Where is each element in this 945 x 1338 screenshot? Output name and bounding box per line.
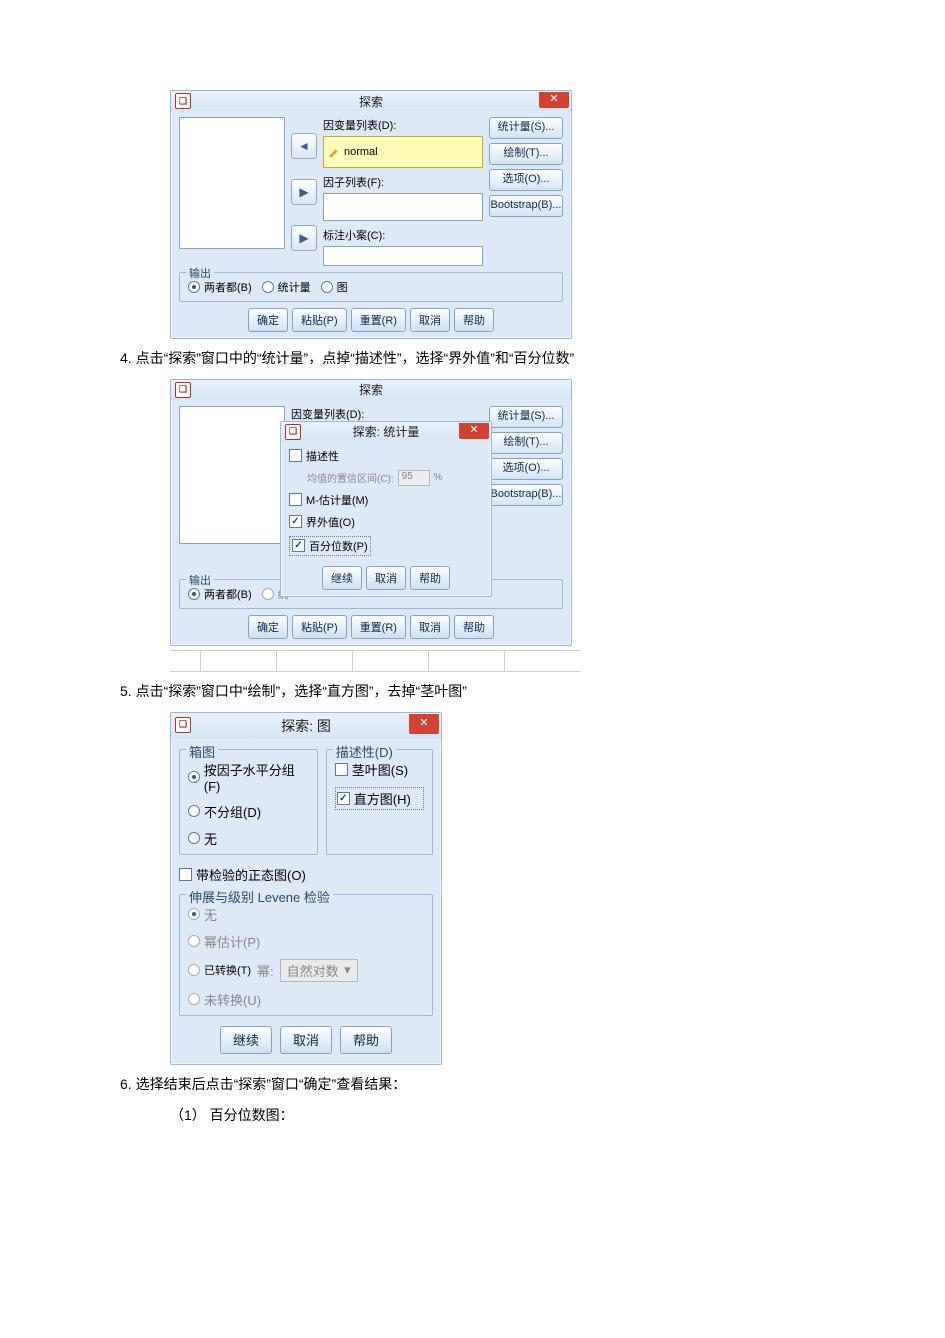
dialog-titlebar: ❑ 探索 ✕ — [171, 91, 571, 111]
app-icon: ❑ — [285, 424, 301, 440]
reset-button[interactable]: 重置(R) — [351, 308, 406, 332]
subdialog-titlebar: ❑ 探索: 统计量 ✕ — [281, 422, 491, 442]
check-descriptive[interactable]: 描述性 — [289, 448, 483, 464]
bootstrap-button[interactable]: Bootstrap(B)... — [489, 195, 563, 217]
move-factor-button[interactable]: ▶ — [291, 179, 317, 205]
dialog-titlebar: ❑ 探索 — [171, 380, 571, 400]
boxplot-group-title: 箱图 — [186, 742, 218, 761]
output-group-title: 输出 — [186, 572, 214, 588]
radio-both[interactable]: 两者都(B) — [188, 279, 252, 295]
depvar-label: 因变量列表(D): — [291, 406, 483, 422]
app-icon: ❑ — [175, 717, 191, 733]
subdialog-title: 探索: 统计量 — [353, 423, 420, 440]
ci-pct: % — [434, 472, 443, 483]
continue-button[interactable]: 继续 — [322, 566, 362, 590]
power-select: 自然对数 — [287, 961, 339, 980]
close-icon[interactable]: ✕ — [409, 714, 439, 734]
radio-together[interactable]: 不分组(D) — [188, 802, 309, 821]
chevron-down-icon: ▾ — [344, 962, 351, 978]
explore-stats-subdialog: ❑ 探索: 统计量 ✕ 描述性 均值的置信区间(C): 95 % M-估计量(M… — [280, 421, 492, 597]
close-icon[interactable]: ✕ — [539, 92, 569, 108]
radio-lv-trans: 已转换(T) — [188, 962, 251, 978]
caselabel-input[interactable] — [323, 246, 483, 266]
caselabel-label: 标注小案(C): — [323, 227, 483, 243]
check-histogram[interactable]: ✓直方图(H) — [335, 787, 424, 810]
output-group-title: 输出 — [186, 265, 214, 281]
power-label: 幂: — [257, 961, 274, 980]
help-button[interactable]: 帮助 — [454, 308, 494, 332]
radio-stat[interactable]: 统计量 — [262, 279, 311, 295]
app-icon: ❑ — [175, 382, 191, 398]
ci-label: 均值的置信区间(C): — [307, 470, 394, 485]
check-outlier[interactable]: ✓界外值(O) — [289, 514, 483, 530]
cancel-button[interactable]: 取消 — [280, 1026, 332, 1054]
explore-plots-dialog: ❑ 探索: 图 ✕ 箱图 按因子水平分组(F) 不分组(D) 无 描述性(D) … — [170, 712, 442, 1065]
help-button[interactable]: 帮助 — [410, 566, 450, 590]
step-5-text: 5. 点击“探索”窗口中“绘制”，选择“直方图”，去掉“茎叶图” — [120, 680, 845, 704]
step-4-text: 4. 点击“探索”窗口中的“统计量”，点掉“描述性”，选择“界外值”和“百分位数… — [120, 347, 845, 371]
step-6-sub: （1） 百分位数图： — [170, 1104, 845, 1128]
radio-lv-power: 幂估计(P) — [188, 932, 424, 951]
radio-lv-none: 无 — [188, 905, 424, 924]
check-mestimator[interactable]: M-估计量(M) — [289, 492, 483, 508]
help-button[interactable]: 帮助 — [454, 615, 494, 639]
depvar-item: normal — [344, 146, 378, 158]
move-depvar-button[interactable]: ◄ — [291, 133, 317, 159]
descriptive-group-title: 描述性(D) — [333, 742, 396, 761]
radio-both[interactable]: 两者都(B) — [188, 586, 252, 602]
radio-none[interactable]: 无 — [188, 829, 309, 848]
options-button[interactable]: 选项(O)... — [489, 169, 563, 191]
paste-button[interactable]: 粘贴(P) — [292, 308, 347, 332]
explore-dialog-1: ❑ 探索 ✕ ◄ ▶ ▶ 因变量列表(D): normal 因子列表(F): 标… — [170, 90, 572, 339]
plots-button[interactable]: 绘制(T)... — [489, 432, 563, 454]
source-list[interactable] — [179, 406, 285, 544]
ok-button[interactable]: 确定 — [248, 308, 288, 332]
move-caselabel-button[interactable]: ▶ — [291, 225, 317, 251]
dialog-title: 探索 — [359, 93, 383, 110]
scale-icon — [328, 146, 340, 158]
dialog-title: 探索 — [359, 381, 383, 398]
ci-value: 95 — [398, 470, 430, 486]
depvar-list[interactable]: normal — [323, 136, 483, 168]
stats-button[interactable]: 统计量(S)... — [489, 117, 563, 139]
cancel-button[interactable]: 取消 — [366, 566, 406, 590]
source-list[interactable] — [179, 117, 285, 249]
reset-button[interactable]: 重置(R) — [351, 615, 406, 639]
app-icon: ❑ — [175, 93, 191, 109]
check-stemleaf[interactable]: 茎叶图(S) — [335, 760, 424, 779]
factor-list[interactable] — [323, 193, 483, 221]
cancel-button[interactable]: 取消 — [410, 615, 450, 639]
bootstrap-button[interactable]: Bootstrap(B)... — [489, 484, 563, 506]
grid-strip — [170, 650, 580, 672]
radio-factorlevels[interactable]: 按因子水平分组(F) — [188, 760, 309, 794]
continue-button[interactable]: 继续 — [220, 1026, 272, 1054]
radio-plot[interactable]: 图 — [321, 279, 348, 295]
check-normality[interactable]: 带检验的正态图(O) — [179, 865, 306, 884]
ok-button[interactable]: 确定 — [248, 615, 288, 639]
dialog-titlebar: ❑ 探索: 图 ✕ — [171, 713, 441, 739]
step-6-text: 6. 选择结束后点击“探索”窗口“确定”查看结果： — [120, 1073, 845, 1097]
stats-button[interactable]: 统计量(S)... — [489, 406, 563, 428]
paste-button[interactable]: 粘贴(P) — [292, 615, 347, 639]
cancel-button[interactable]: 取消 — [410, 308, 450, 332]
help-button[interactable]: 帮助 — [340, 1026, 392, 1054]
factor-label: 因子列表(F): — [323, 174, 483, 190]
close-icon[interactable]: ✕ — [459, 423, 489, 439]
depvar-label: 因变量列表(D): — [323, 117, 483, 133]
options-button[interactable]: 选项(O)... — [489, 458, 563, 480]
radio-lv-untrans: 未转换(U) — [188, 990, 424, 1009]
levene-group-title: 伸展与级别 Levene 检验 — [186, 887, 333, 906]
dialog-title: 探索: 图 — [281, 716, 331, 736]
plots-button[interactable]: 绘制(T)... — [489, 143, 563, 165]
check-percentile[interactable]: ✓百分位数(P) — [289, 536, 371, 556]
